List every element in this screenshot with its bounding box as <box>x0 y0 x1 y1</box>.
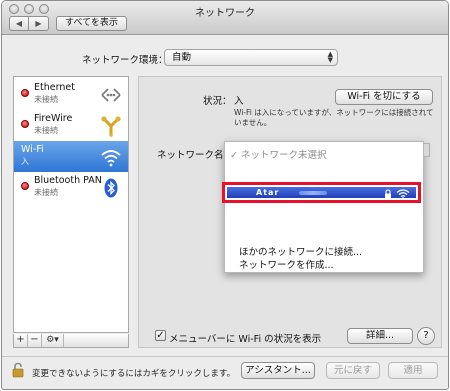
service-status: 未接続 <box>34 188 58 197</box>
turn-wifi-off-button[interactable]: Wi-Fi を切にする <box>335 89 433 105</box>
service-status: 入 <box>21 157 29 166</box>
service-item-firewire[interactable]: FireWire 未接続 <box>14 110 128 141</box>
title-bar: ネットワーク ◀ ▶ すべてを表示 <box>2 1 448 35</box>
footer-divider <box>2 356 448 357</box>
service-name: FireWire <box>34 113 73 124</box>
select-arrows-icon: ▲ ▼ <box>327 50 333 64</box>
location-select[interactable]: 自動 ▲ ▼ <box>164 49 338 66</box>
show-wifi-in-menubar-checkbox[interactable]: ✓ <box>155 330 166 341</box>
service-item-ethernet[interactable]: Ethernet 未接続 <box>14 79 128 110</box>
status-dot-icon <box>21 89 29 97</box>
service-name: Ethernet <box>34 82 75 93</box>
advanced-button[interactable]: 詳細... <box>347 328 413 344</box>
revert-button[interactable]: 元に戻す <box>326 362 380 379</box>
show-wifi-in-menubar-label: メニューバーに Wi-Fi の状況を表示 <box>169 334 322 345</box>
back-forward-control: ◀ ▶ <box>9 16 49 31</box>
obscured-ssid-text <box>299 191 327 195</box>
status-label: 状況： <box>203 96 232 107</box>
help-button[interactable]: ? <box>417 327 435 345</box>
status-dot-icon <box>21 182 29 190</box>
firewire-icon <box>101 116 121 137</box>
network-preferences-window: ネットワーク ◀ ▶ すべてを表示 ネットワーク環境： 自動 ▲ ▼ Ethern… <box>1 0 449 390</box>
service-item-bluetooth-pan[interactable]: Bluetooth PAN 未接続 <box>14 172 128 203</box>
network-item-selection: Atar <box>227 187 416 199</box>
location-label: ネットワーク環境： <box>82 55 168 66</box>
wifi-signal-icon <box>396 189 410 199</box>
service-list: Ethernet 未接続 FireWire 未接続 Wi-Fi 入 Blueto… <box>13 76 129 333</box>
wifi-icon <box>101 150 121 167</box>
forward-button[interactable]: ▶ <box>29 16 49 31</box>
menu-item-no-network-selected[interactable]: ✓ ネットワーク未選択 <box>230 147 326 161</box>
apply-button[interactable]: 適用 <box>388 362 438 379</box>
service-actions-gear-button[interactable]: ⚙▾ <box>42 334 64 347</box>
service-name: Bluetooth PAN <box>34 175 102 186</box>
service-name: Wi-Fi <box>21 144 44 155</box>
assist-me-button[interactable]: アシスタント... <box>241 362 315 379</box>
show-all-button[interactable]: すべてを表示 <box>56 16 127 31</box>
service-status: 未接続 <box>34 95 58 104</box>
service-item-wifi[interactable]: Wi-Fi 入 <box>14 141 128 172</box>
menu-item-create-network[interactable]: ネットワークを作成... <box>239 257 334 271</box>
network-name-label: ネットワーク名： <box>157 150 234 161</box>
status-dot-icon <box>21 120 29 128</box>
location-value: 自動 <box>172 52 192 63</box>
add-service-button[interactable]: + <box>14 334 28 347</box>
network-item-highlighted[interactable]: Atar <box>222 182 421 203</box>
lock-instruction-text: 変更できないようにするにはカギをクリックします。 <box>32 369 236 379</box>
status-description: Wi-Fi は入になっていますが、ネットワークには接続されていません。 <box>234 108 434 127</box>
status-value: 入 <box>234 96 244 107</box>
remove-service-button[interactable]: − <box>28 334 42 347</box>
service-status: 未接続 <box>34 126 58 135</box>
bluetooth-icon <box>104 178 118 198</box>
ethernet-icon <box>101 88 121 102</box>
network-popup-edge <box>424 143 430 157</box>
padlock-icon[interactable] <box>12 362 24 378</box>
service-list-toolbar: + − ⚙▾ <box>13 334 129 348</box>
menu-item-join-other-network[interactable]: ほかのネットワークに接続... <box>239 244 362 258</box>
back-button[interactable]: ◀ <box>9 16 29 31</box>
network-ssid: Atar <box>256 188 280 197</box>
lock-icon <box>385 189 391 199</box>
